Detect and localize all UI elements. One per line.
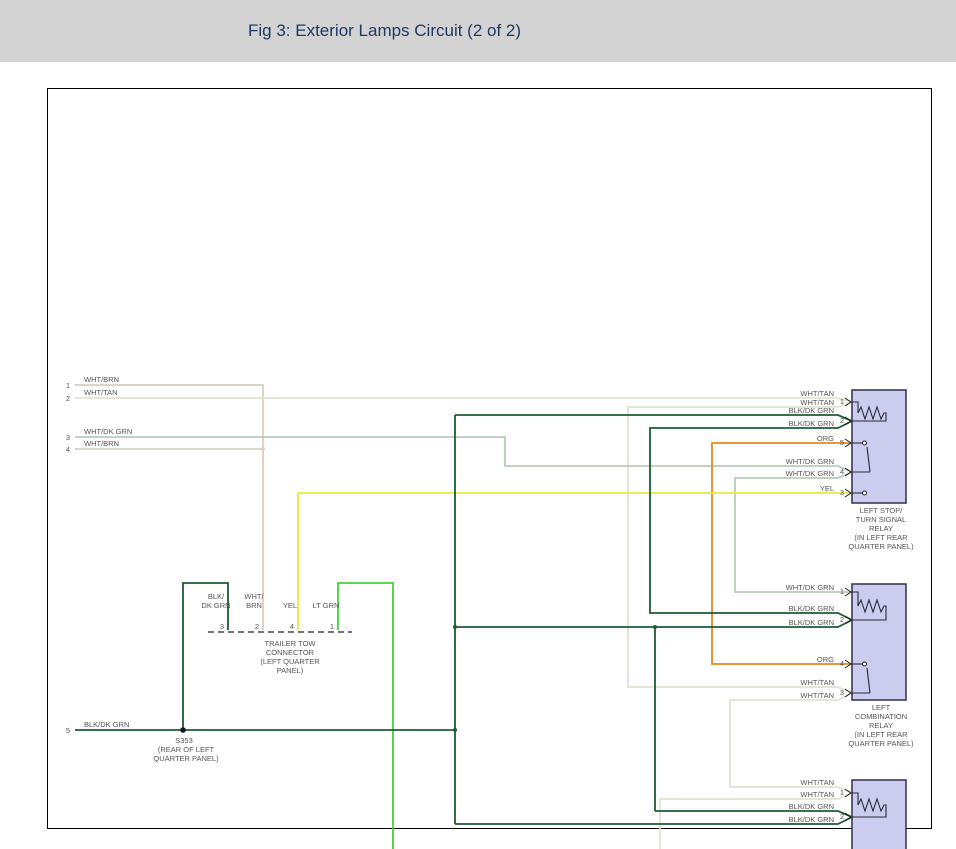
wire-number: 2 [66,394,70,403]
relay-contact [863,491,867,495]
relay-pin-number: 4 [840,467,844,476]
relay-caption-line: TURN SIGNAL [856,515,906,524]
wire-number: 5 [66,726,70,735]
figure-page: Fig 3: Exterior Lamps Circuit (2 of 2) [0,0,956,849]
wire-color-label: BLK/DK GRN [84,720,129,729]
relay-pin-number: 1 [840,397,844,406]
wire-color-label: YEL [820,484,834,493]
wire-color-label: ORG [817,655,834,664]
connector-wire-label: YEL [283,601,297,610]
relay-contact [863,441,867,445]
wire-color-label: WHT/BRN [84,439,119,448]
splice-caption-line: QUARTER PANEL) [153,754,219,763]
wire-color-label: ORG [817,434,834,443]
wire-color-label: BLK/DK GRN [789,815,834,824]
relay-pin-number: 2 [840,615,844,624]
wire-number: 4 [66,445,70,454]
relay-pin-number: 1 [840,587,844,596]
wire-color-label: WHT/DK GRN [786,457,834,466]
splice-caption-line: (REAR OF LEFT [158,745,215,754]
relay-pin-number: 5 [840,438,844,447]
wire-color-label: BLK/DK GRN [789,419,834,428]
connector-wire-label: WHT/ [244,592,264,601]
relay-pin-number: 3 [840,488,844,497]
wire-color-label: BLK/DK GRN [789,618,834,627]
wire-color-label: WHT/DK GRN [786,583,834,592]
relay-body [852,780,906,849]
wire-color-label: WHT/BRN [84,375,119,384]
connector-pin-number: 3 [220,622,224,631]
relay-pin-number: 3 [840,688,844,697]
connector-caption-line: (LEFT QUARTER [260,657,320,666]
relay-caption-line: LEFT STOP/ [860,506,904,515]
relay-contact [863,662,867,666]
junction-dot [453,728,457,732]
wire-color-label: WHT/DK GRN [786,469,834,478]
relay-caption-line: (IN LEFT REAR [854,730,908,739]
wire-color-label: WHT/TAN [800,691,834,700]
connector-wire-label: BRN [246,601,262,610]
relay-pin-number: 2 [840,416,844,425]
relay-caption-line: COMBINATION [855,712,907,721]
wire-color-label: WHT/TAN [800,778,834,787]
wire-color-label: WHT/TAN [800,790,834,799]
wire-color-label: WHT/TAN [84,388,118,397]
relay-caption-line: (IN LEFT REAR [854,533,908,542]
wire-color-label: BLK/DK GRN [789,604,834,613]
relay-caption-line: QUARTER PANEL) [848,739,914,748]
splice-dot [180,727,186,733]
splice-name: S353 [175,736,193,745]
wire-color-label: BLK/DK GRN [789,802,834,811]
wire-color-label: WHT/TAN [800,678,834,687]
connector-wire-label: DK GRN [201,601,230,610]
relay-pin-number: 1 [840,788,844,797]
relay-caption-line: QUARTER PANEL) [848,542,914,551]
wire-number: 1 [66,381,70,390]
junction-dot [653,625,657,629]
connector-pin-number: 4 [290,622,294,631]
relay-caption-line: RELAY [869,721,893,730]
connector-caption-line: TRAILER TOW [265,639,317,648]
wire-color-label: WHT/TAN [800,389,834,398]
relay-caption-line: RELAY [869,524,893,533]
figure-title-bar: Fig 3: Exterior Lamps Circuit (2 of 2) [0,0,956,62]
wire-color-label: WHT/DK GRN [84,427,132,436]
figure-title: Fig 3: Exterior Lamps Circuit (2 of 2) [248,21,521,41]
relay-pin-number: 4 [840,659,844,668]
wiring-diagram: 1 WHT/BRN 2 WHT/TAN 3 WHT/DK GRN 4 WHT/B… [0,0,956,849]
connector-caption-line: CONNECTOR [266,648,315,657]
relay-pin-number: 2 [840,812,844,821]
connector-wire-label: BLK/ [208,592,225,601]
relay-body [852,390,906,503]
connector-caption-line: PANEL) [277,666,304,675]
connector-wire-label: LT GRN [313,601,340,610]
relay-caption-line: LEFT [872,703,891,712]
junction-dot [261,447,265,451]
junction-dot [453,625,457,629]
wire-number: 3 [66,433,70,442]
connector-pin-number: 2 [255,622,259,631]
connector-pin-number: 1 [330,622,334,631]
wire-color-label: BLK/DK GRN [789,406,834,415]
